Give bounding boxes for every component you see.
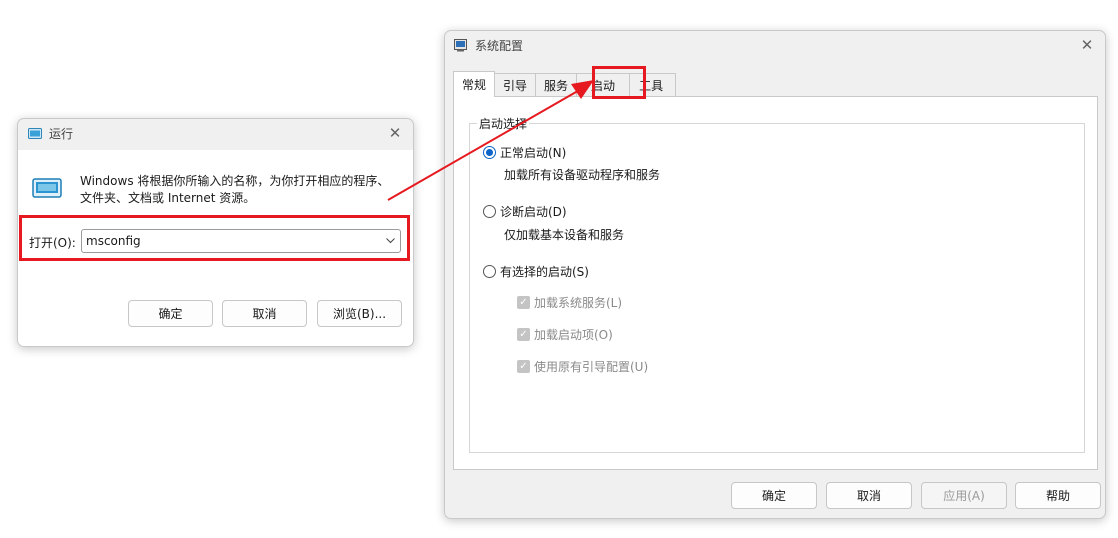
red-arrow: [387, 80, 594, 201]
tab-general[interactable]: 常规: [453, 71, 496, 97]
